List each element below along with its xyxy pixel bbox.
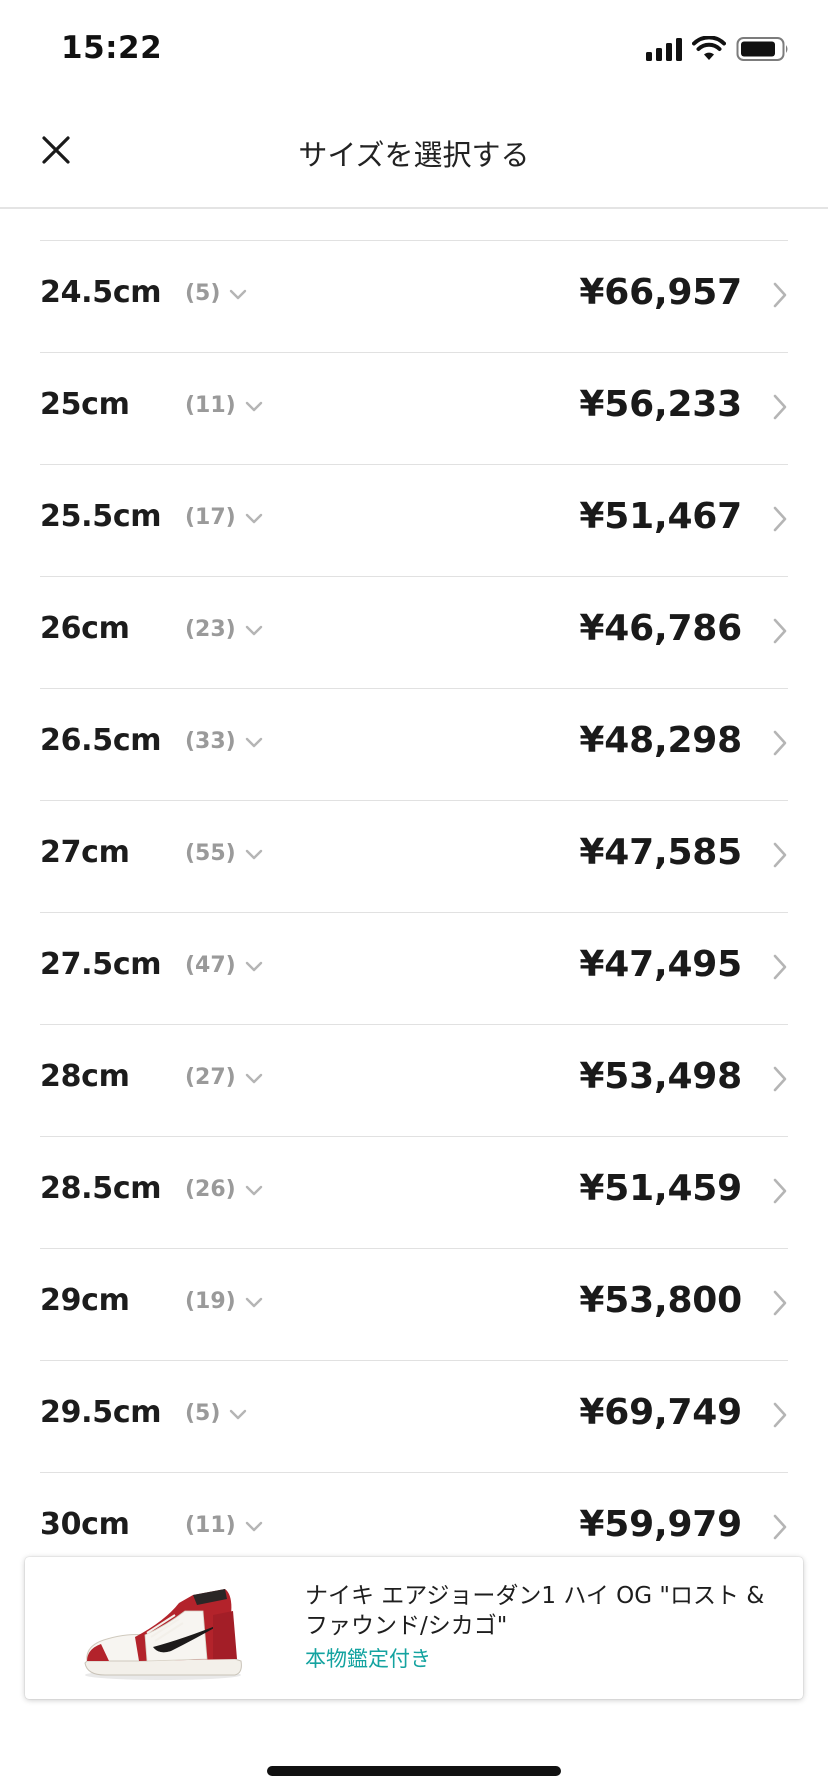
size-label: 29.5cm [40,1395,162,1430]
listing-count: (33) [185,729,236,754]
chevron-down-icon [245,1073,262,1083]
listing-count-toggle[interactable]: (27) [185,1065,264,1090]
header: サイズを選択する [0,100,828,209]
chevron-right-icon [773,954,787,980]
size-label: 27cm [40,835,130,870]
price-label: ¥59,979 [579,1504,742,1545]
size-label: 30cm [40,1507,130,1542]
size-label: 27.5cm [40,947,162,982]
listing-count: (5) [185,1401,221,1426]
chevron-right-icon [773,618,787,644]
listing-count: (47) [185,953,236,978]
listing-count: (23) [185,617,236,642]
listing-count-toggle[interactable]: (23) [185,617,264,642]
chevron-right-icon [773,506,787,532]
chevron-right-icon [773,1514,787,1540]
listing-count: (55) [185,841,236,866]
chevron-down-icon [245,513,262,523]
listing-count: (19) [185,1289,236,1314]
chevron-down-icon [245,961,262,971]
chevron-down-icon [230,289,247,299]
size-row[interactable]: 25cm (11) ¥56,233 [40,353,788,465]
price-label: ¥51,467 [579,496,742,537]
chevron-down-icon [245,1185,262,1195]
page-title: サイズを選択する [298,138,530,172]
battery-icon [736,37,788,61]
listing-count: (17) [185,505,236,530]
price-label: ¥69,749 [579,1392,742,1433]
size-list: 24.5cm (5) ¥66,957 25cm (11) ¥56,233 25.… [40,240,788,1585]
size-label: 25cm [40,387,130,422]
chevron-right-icon [773,842,787,868]
listing-count-toggle[interactable]: (5) [185,1401,248,1426]
listing-count-toggle[interactable]: (11) [185,1513,264,1538]
price-label: ¥47,495 [579,944,742,985]
size-label: 25.5cm [40,499,162,534]
listing-count-toggle[interactable]: (47) [185,953,264,978]
size-row[interactable]: 25.5cm (17) ¥51,467 [40,465,788,577]
authenticity-badge: 本物鑑定付き [305,1647,431,1671]
listing-count-toggle[interactable]: (19) [185,1289,264,1314]
size-label: 26cm [40,611,130,646]
listing-count-toggle[interactable]: (26) [185,1177,264,1202]
listing-count: (11) [185,393,236,418]
price-label: ¥48,298 [579,720,742,761]
size-row[interactable]: 26.5cm (33) ¥48,298 [40,689,788,801]
chevron-right-icon [773,394,787,420]
size-row[interactable]: 29.5cm (5) ¥69,749 [40,1361,788,1473]
size-label: 26.5cm [40,723,162,758]
screen: 15:22 サイズを選択する 24.5cm (5) ¥66,957 25cm (… [0,0,828,1792]
price-label: ¥66,957 [579,272,742,313]
size-label: 24.5cm [40,275,162,310]
listing-count-toggle[interactable]: (33) [185,729,264,754]
price-label: ¥53,800 [579,1280,742,1321]
price-label: ¥51,459 [579,1168,742,1209]
size-label: 28.5cm [40,1171,162,1206]
product-card[interactable]: ナイキ エアジョーダン1 ハイ OG "ロスト & ファウンド/シカゴ" 本物鑑… [25,1557,803,1699]
size-row[interactable]: 29cm (19) ¥53,800 [40,1249,788,1361]
status-time: 15:22 [61,30,163,66]
listing-count: (5) [185,281,221,306]
wifi-icon [692,36,726,60]
size-row[interactable]: 26cm (23) ¥46,786 [40,577,788,689]
size-row[interactable]: 27.5cm (47) ¥47,495 [40,913,788,1025]
size-row[interactable]: 27cm (55) ¥47,585 [40,801,788,913]
price-label: ¥46,786 [579,608,742,649]
size-label: 28cm [40,1059,130,1094]
size-row[interactable]: 24.5cm (5) ¥66,957 [40,241,788,353]
chevron-down-icon [245,737,262,747]
price-label: ¥56,233 [579,384,742,425]
chevron-right-icon [773,730,787,756]
chevron-right-icon [773,1178,787,1204]
product-name: ナイキ エアジョーダン1 ハイ OG "ロスト & ファウンド/シカゴ" [305,1583,765,1639]
cellular-signal-icon [646,37,682,61]
listing-count-toggle[interactable]: (55) [185,841,264,866]
size-label: 29cm [40,1283,130,1318]
status-icons [646,36,790,62]
listing-count: (27) [185,1065,236,1090]
chevron-right-icon [773,1402,787,1428]
chevron-down-icon [245,849,262,859]
price-label: ¥53,498 [579,1056,742,1097]
size-row[interactable]: 28.5cm (26) ¥51,459 [40,1137,788,1249]
chevron-right-icon [773,1290,787,1316]
home-indicator [267,1766,561,1776]
listing-count-toggle[interactable]: (11) [185,393,264,418]
chevron-down-icon [230,1409,247,1419]
chevron-down-icon [245,1521,262,1531]
listing-count-toggle[interactable]: (5) [185,281,248,306]
listing-count-toggle[interactable]: (17) [185,505,264,530]
chevron-right-icon [773,282,787,308]
status-bar: 15:22 [0,0,828,100]
size-row[interactable]: 28cm (27) ¥53,498 [40,1025,788,1137]
chevron-right-icon [773,1066,787,1092]
listing-count: (26) [185,1177,236,1202]
sneaker-image [84,1589,242,1680]
price-label: ¥47,585 [579,832,742,873]
chevron-down-icon [245,1297,262,1307]
chevron-down-icon [245,401,262,411]
listing-count: (11) [185,1513,236,1538]
chevron-down-icon [245,625,262,635]
